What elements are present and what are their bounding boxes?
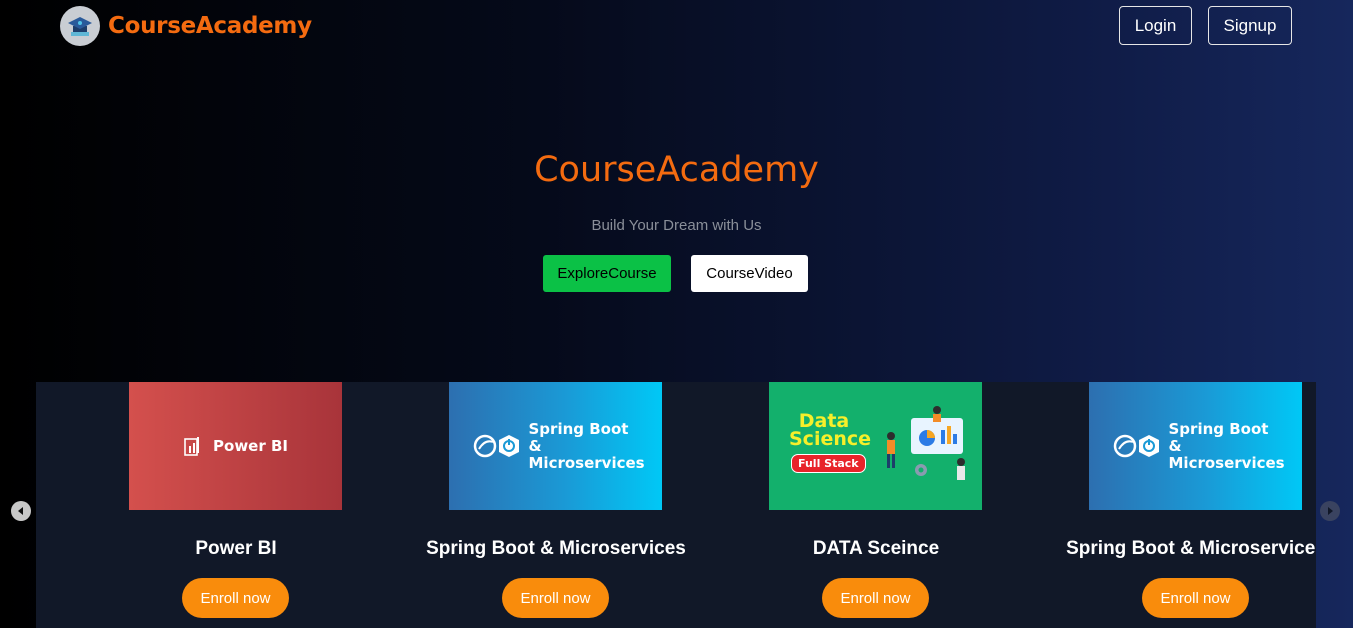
brand-name: CourseAcademy: [108, 13, 312, 39]
course-thumbnail[interactable]: Spring Boot & Microservices: [449, 382, 662, 510]
course-card: Spring Boot & Microservices Spring Boot …: [356, 382, 686, 628]
thumbnail-text: Power BI: [213, 436, 288, 455]
thumbnail-badge: Full Stack: [791, 454, 866, 473]
hero-title: CourseAcademy: [534, 150, 819, 190]
enroll-button[interactable]: Enroll now: [182, 578, 289, 618]
chevron-right-icon[interactable]: [1320, 501, 1340, 521]
course-title: DATA Sceince: [812, 538, 940, 559]
course-title: Power BI: [195, 538, 277, 559]
course-thumbnail[interactable]: Power BI: [129, 382, 342, 510]
logo-icon: [60, 6, 100, 46]
login-button[interactable]: Login: [1119, 6, 1192, 45]
thumbnail-text: Spring Boot & Microservices: [1168, 419, 1285, 472]
course-card: Power BI Power BI Enroll now: [36, 382, 356, 628]
data-science-illustration-icon: [887, 406, 965, 480]
enroll-button[interactable]: Enroll now: [822, 578, 929, 618]
signup-button[interactable]: Signup: [1208, 6, 1292, 45]
course-card: Data Science Full Stack DATA Sceince Enr…: [676, 382, 996, 628]
navbar: CourseAcademy Login Signup: [0, 0, 1353, 56]
enroll-button[interactable]: Enroll now: [502, 578, 609, 618]
thumbnail-title: Data Science: [789, 410, 872, 450]
chevron-left-icon[interactable]: [11, 501, 31, 521]
course-video-button[interactable]: CourseVideo: [691, 255, 808, 292]
brand[interactable]: CourseAcademy: [60, 6, 312, 46]
course-title: Spring Boot & Microservices: [426, 538, 686, 559]
explore-course-button[interactable]: ExploreCourse: [543, 255, 671, 292]
spring-icon: [1113, 434, 1159, 458]
spring-icon: [473, 434, 519, 458]
course-card: Spring Boot & Microservices Spring Boot …: [996, 382, 1316, 628]
hero-subtitle: Build Your Dream with Us: [591, 217, 762, 234]
course-title: Spring Boot & Microservices: [1066, 538, 1316, 559]
enroll-button[interactable]: Enroll now: [1142, 578, 1249, 618]
power-bi-icon: [184, 437, 200, 456]
course-thumbnail[interactable]: Spring Boot & Microservices: [1089, 382, 1302, 510]
course-thumbnail[interactable]: Data Science Full Stack: [769, 382, 982, 510]
thumbnail-text: Spring Boot & Microservices: [528, 419, 645, 472]
course-carousel: Power BI Power BI Enroll now Spring Boot…: [36, 382, 1316, 628]
